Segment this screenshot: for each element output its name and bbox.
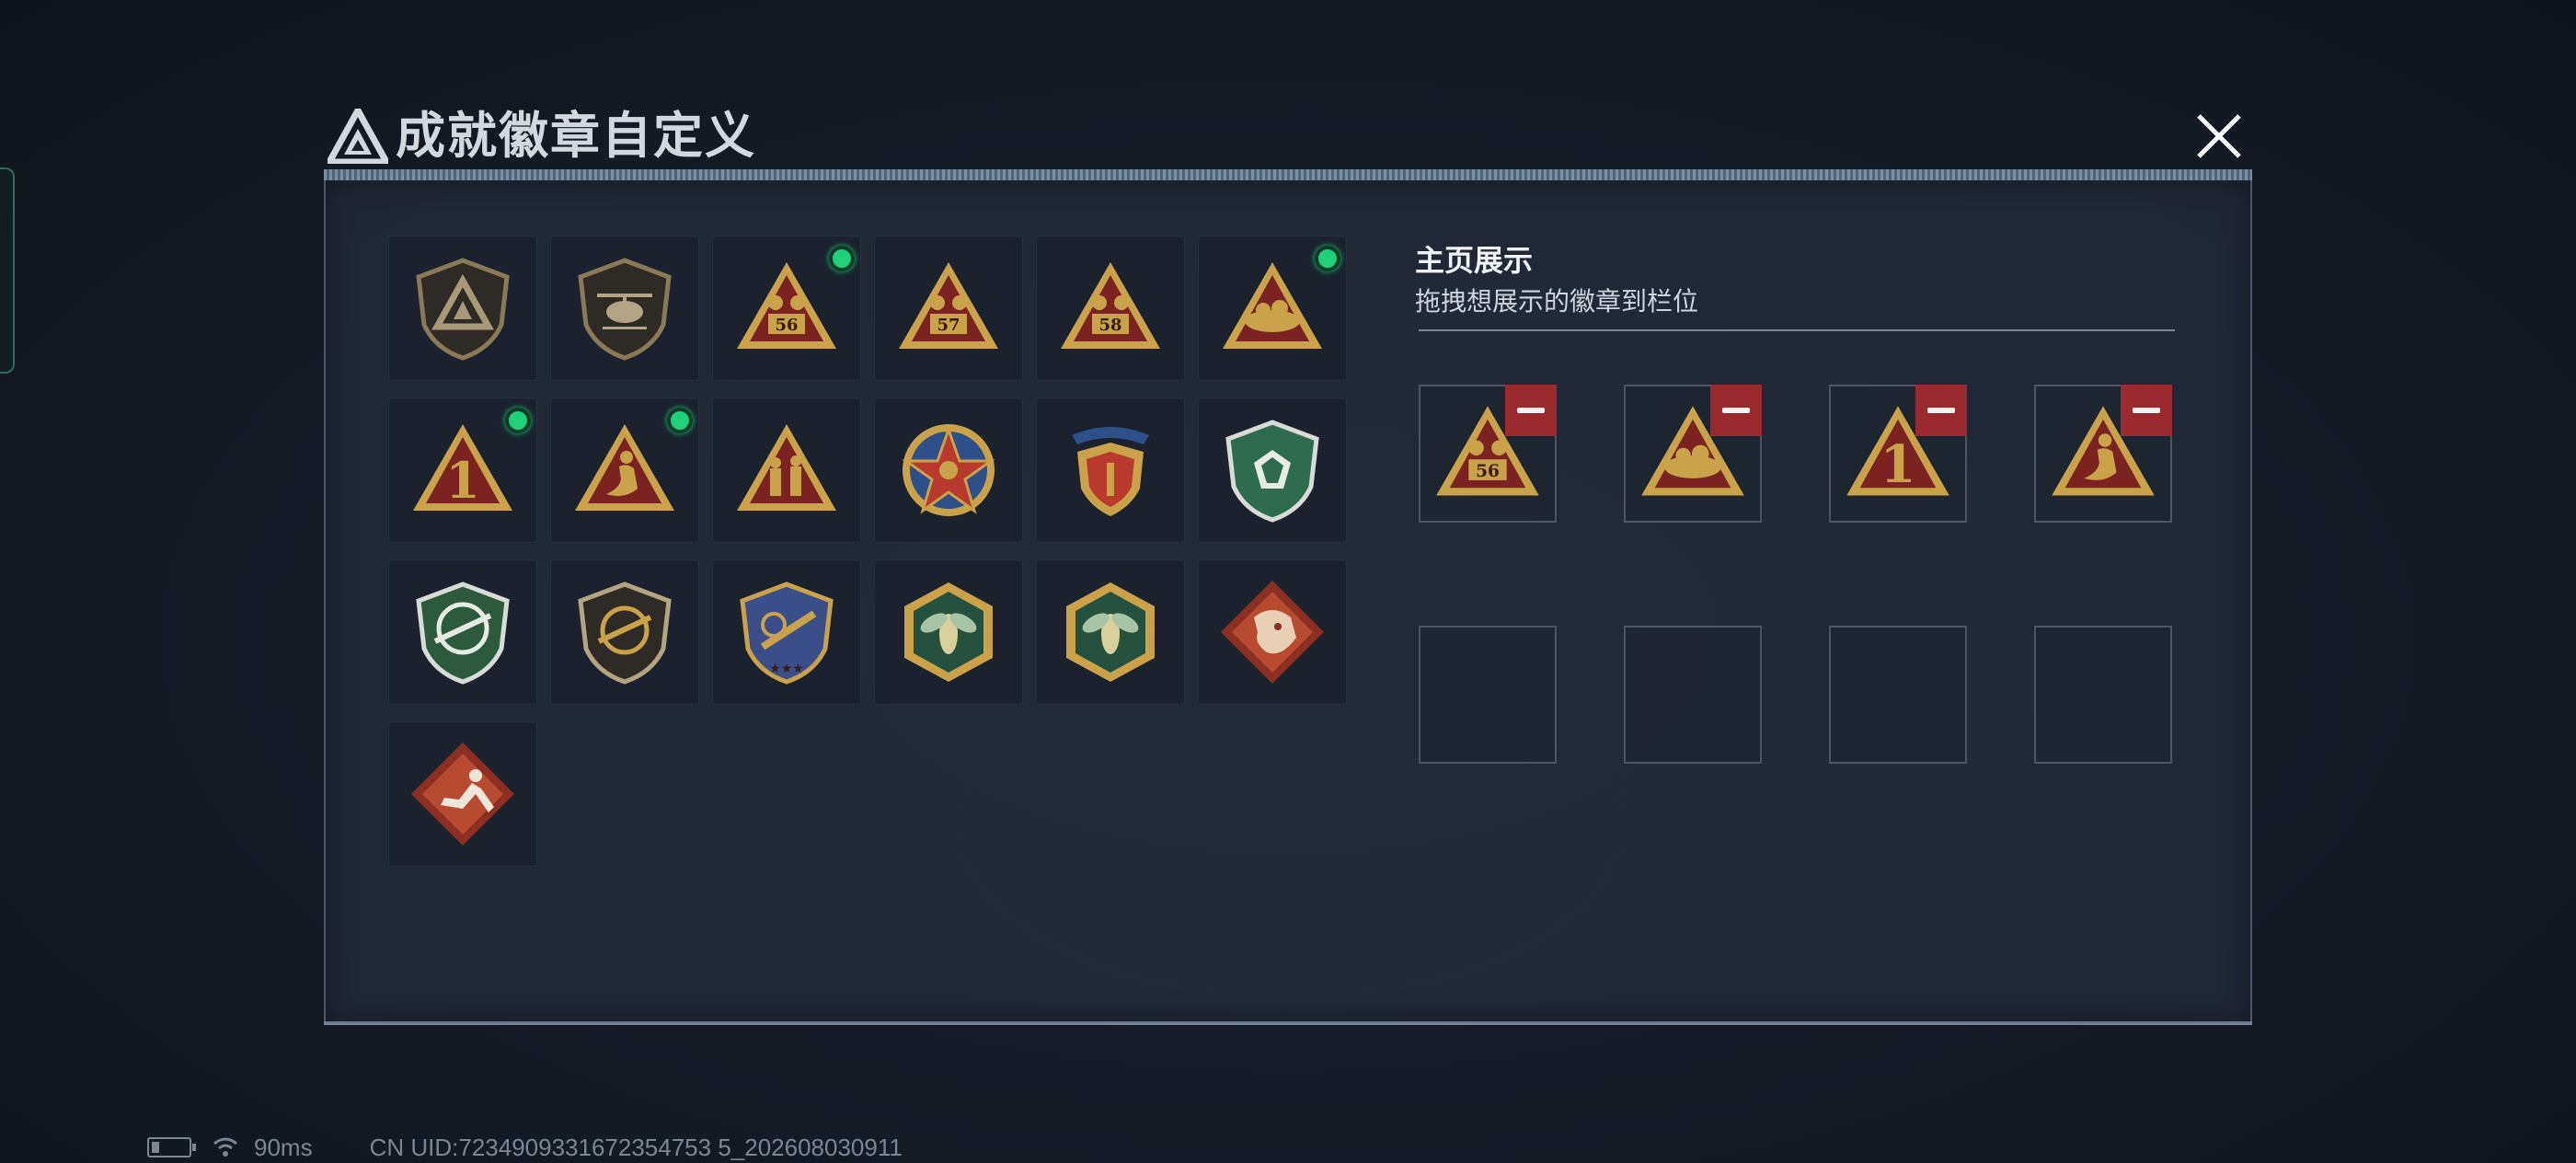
- badge-cell[interactable]: 57: [874, 236, 1023, 381]
- showcase-divider: [1419, 329, 2175, 331]
- equipped-indicator: [829, 246, 855, 271]
- svg-text:56: 56: [775, 316, 798, 335]
- wifi-icon: [213, 1137, 237, 1157]
- diamond-dragon-badge-icon: [1217, 577, 1328, 687]
- title-bar: 成就徽章自定义: [324, 99, 2252, 177]
- triangle-number-one-badge-icon: 1: [408, 415, 518, 525]
- showcase-slot-filled[interactable]: [1624, 385, 1762, 523]
- badge-cell[interactable]: [874, 397, 1023, 543]
- crosshair-rifle-shield-badge-icon: [569, 577, 680, 687]
- triangle-58-badge-icon: 58: [1055, 253, 1166, 363]
- battery-icon: [147, 1137, 196, 1157]
- svg-text:★★★: ★★★: [769, 661, 804, 675]
- diamond-runner-badge-icon: [408, 739, 518, 849]
- triangle-nest-badge-icon: [1217, 253, 1328, 363]
- green-gem-shield-badge-icon: [1217, 415, 1328, 525]
- badge-cell[interactable]: [1198, 236, 1347, 381]
- svg-text:56: 56: [1476, 462, 1500, 481]
- svg-text:1: 1: [1880, 435, 1916, 495]
- page-title: 成就徽章自定义: [396, 109, 756, 164]
- badge-cell[interactable]: [550, 397, 699, 543]
- badge-cell[interactable]: [1036, 397, 1185, 543]
- equipped-indicator: [667, 408, 693, 433]
- showcase-slot-empty[interactable]: [1419, 626, 1557, 764]
- showcase-slot-filled[interactable]: 56: [1419, 385, 1557, 523]
- triangle-logo-icon: [328, 109, 388, 164]
- badge-cell[interactable]: 1: [388, 397, 537, 543]
- green-crosshair-rifle-badge-icon: [408, 577, 518, 687]
- panel-bottom-border: [324, 1021, 2252, 1025]
- hexagon-wasp-green-badge-icon: [1055, 577, 1166, 687]
- badge-cell[interactable]: [550, 236, 699, 381]
- showcase-slot-empty[interactable]: [1829, 626, 1967, 764]
- equipped-indicator: [505, 408, 531, 433]
- badge-cell[interactable]: 56: [712, 236, 861, 381]
- svg-text:1: 1: [445, 451, 480, 510]
- triangle-mermaid-badge-icon: [569, 415, 680, 525]
- badge-cell[interactable]: [1198, 559, 1347, 705]
- badge-cell[interactable]: [550, 559, 699, 705]
- showcase-slot-filled[interactable]: [2034, 385, 2172, 523]
- helicopter-shield-badge-icon: [569, 253, 680, 363]
- ping-value: 90ms: [254, 1133, 313, 1161]
- showcase-slot-empty[interactable]: [1624, 626, 1762, 764]
- triangle-57-badge-icon: 57: [893, 253, 1004, 363]
- minus-icon: [1722, 408, 1750, 413]
- star-compass-badge-icon: [893, 415, 1004, 525]
- badge-cell[interactable]: 58: [1036, 236, 1185, 381]
- triangle-56-badge-icon: 56: [731, 253, 842, 363]
- badge-cell[interactable]: [388, 559, 537, 705]
- remove-badge-button[interactable]: [2121, 385, 2172, 436]
- badge-cell[interactable]: [1036, 559, 1185, 705]
- badge-cell[interactable]: ★★★: [712, 559, 861, 705]
- minus-icon: [2133, 408, 2160, 413]
- badge-cell[interactable]: [1198, 397, 1347, 543]
- remove-badge-button[interactable]: [1710, 385, 1762, 436]
- badge-cell[interactable]: [712, 397, 861, 543]
- showcase-slot-filled[interactable]: 1: [1829, 385, 1967, 523]
- hexagon-wasp-badge-icon: [893, 577, 1004, 687]
- showcase-title: 主页展示: [1415, 244, 1534, 277]
- close-button[interactable]: [2188, 103, 2250, 169]
- svg-text:58: 58: [1098, 316, 1121, 335]
- side-panel-tab[interactable]: [0, 167, 15, 374]
- badge-cell[interactable]: [388, 236, 537, 381]
- close-icon: [2197, 114, 2241, 158]
- title-divider: [324, 169, 2252, 180]
- svg-text:57: 57: [937, 316, 960, 335]
- showcase-subtitle: 拖拽想展示的徽章到栏位: [1415, 287, 1699, 316]
- showcase-slot-empty[interactable]: [2034, 626, 2172, 764]
- laurel-shield-badge-icon: [1055, 415, 1166, 525]
- triangle-shield-badge-icon: [408, 253, 518, 363]
- triangle-soldiers-badge-icon: [731, 415, 842, 525]
- equipped-indicator: [1315, 246, 1340, 271]
- badge-cell[interactable]: [388, 721, 537, 867]
- badge-cell[interactable]: [874, 559, 1023, 705]
- uid-text: CN UID:7234909331672354753 5_20260803091…: [369, 1133, 903, 1161]
- status-bar: 90ms CN UID:7234909331672354753 5_202608…: [147, 1134, 903, 1161]
- remove-badge-button[interactable]: [1915, 385, 1967, 436]
- rifle-stars-shield-badge-icon: ★★★: [731, 577, 842, 687]
- minus-icon: [1517, 408, 1545, 413]
- minus-icon: [1927, 408, 1955, 413]
- remove-badge-button[interactable]: [1505, 385, 1557, 436]
